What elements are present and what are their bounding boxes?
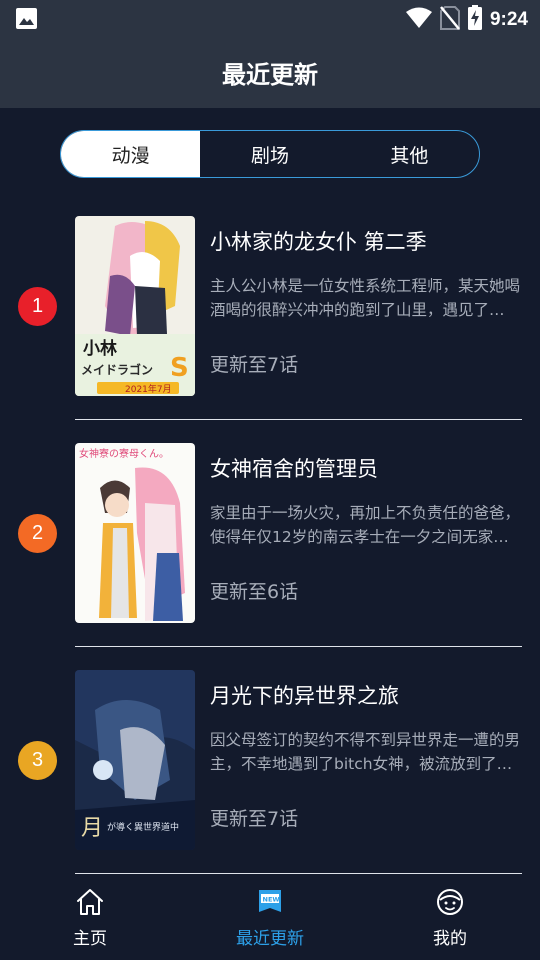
nav-recent-updates-label: 最近更新 xyxy=(236,929,304,949)
item-description: 主人公小林是一位女性系统工程师，某天她喝酒喝的很醉兴冲冲的跑到了山里，遇见了一只… xyxy=(210,277,520,319)
update-list: 1 小林 メイドラゴン S 2021年7月 小林家的龙女仆 第二季 主人公小林是… xyxy=(0,196,540,877)
list-item[interactable]: 2 女神寮の寮母くん。 女神宿舍的管理员 家里由于一场火灾，再加上不负责任的爸爸… xyxy=(0,423,540,650)
item-title: 小林家的龙女仆 第二季 xyxy=(210,230,427,254)
svg-text:月: 月 xyxy=(81,816,103,841)
gallery-notification-icon xyxy=(16,8,37,33)
nav-home[interactable]: 主页 xyxy=(0,878,180,960)
item-description: 家里由于一场火灾，再加上不负责任的爸爸，使得年仅12岁的南云孝士在一夕之间无家可… xyxy=(210,504,520,546)
cover-image[interactable]: 女神寮の寮母くん。 xyxy=(75,443,195,623)
new-badge-icon: NEW xyxy=(257,888,283,920)
rank-number: 3 xyxy=(31,749,44,771)
item-description: 因父母签订的契约不得不到异世界走一遭的男主，不幸地遇到了bitch女神，被流放到… xyxy=(210,731,520,773)
tab-anime[interactable]: 动漫 xyxy=(61,131,201,177)
rank-number: 1 xyxy=(31,295,44,317)
list-item[interactable]: 1 小林 メイドラゴン S 2021年7月 小林家的龙女仆 第二季 主人公小林是… xyxy=(0,196,540,423)
home-icon xyxy=(75,888,105,920)
divider xyxy=(75,419,522,420)
nav-home-label: 主页 xyxy=(73,929,107,949)
nav-recent-updates[interactable]: NEW 最近更新 xyxy=(180,878,360,960)
cover-date: 2021年7月 xyxy=(125,383,172,395)
item-info: 小林家的龙女仆 第二季 主人公小林是一位女性系统工程师，某天她喝酒喝的很醉兴冲冲… xyxy=(210,226,520,376)
cover-image[interactable]: 月 が導く異世界道中 xyxy=(75,670,195,850)
app-bar: 最近更新 xyxy=(0,36,540,108)
svg-text:S: S xyxy=(170,353,189,383)
rank-badge: 3 xyxy=(18,741,57,780)
item-title: 月光下的异世界之旅 xyxy=(210,684,399,708)
episode-status: 更新至6话 xyxy=(210,581,299,603)
page-title: 最近更新 xyxy=(222,60,318,89)
tab-theater[interactable]: 剧场 xyxy=(200,131,339,177)
divider xyxy=(75,646,522,647)
episode-status: 更新至7话 xyxy=(210,808,299,830)
wifi-icon xyxy=(405,7,432,33)
nav-mine[interactable]: 我的 xyxy=(360,878,540,960)
list-item[interactable]: 3 月 が導く異世界道中 月光下的异世界之旅 因父母签订的契约不得不到异世界走一… xyxy=(0,650,540,877)
svg-text:メイドラゴン: メイドラゴン xyxy=(81,362,153,377)
nav-mine-label: 我的 xyxy=(433,929,467,949)
rank-number: 2 xyxy=(31,522,44,544)
svg-text:女神寮の寮母くん。: 女神寮の寮母くん。 xyxy=(79,447,169,460)
svg-text:小林: 小林 xyxy=(83,338,117,359)
battery-charging-icon xyxy=(467,5,482,34)
svg-text:が導く異世界道中: が導く異世界道中 xyxy=(107,821,179,833)
status-bar: 9:24 xyxy=(0,0,540,36)
divider xyxy=(75,873,522,874)
face-icon xyxy=(435,888,465,920)
no-sim-icon xyxy=(439,5,460,34)
rank-badge: 1 xyxy=(18,287,57,326)
bottom-navigation: 主页 NEW 最近更新 我的 xyxy=(0,878,540,960)
category-tabs: 动漫 剧场 其他 xyxy=(60,130,480,178)
episode-status: 更新至7话 xyxy=(210,354,299,376)
clock: 9:24 xyxy=(489,8,528,30)
tab-other[interactable]: 其他 xyxy=(340,131,479,177)
svg-text:NEW: NEW xyxy=(263,896,280,904)
cover-image[interactable]: 小林 メイドラゴン S 2021年7月 xyxy=(75,216,195,396)
item-info: 月光下的异世界之旅 因父母签订的契约不得不到异世界走一遭的男主，不幸地遇到了bi… xyxy=(210,680,520,830)
item-info: 女神宿舍的管理员 家里由于一场火灾，再加上不负责任的爸爸，使得年仅12岁的南云孝… xyxy=(210,453,520,603)
item-title: 女神宿舍的管理员 xyxy=(210,457,378,481)
rank-badge: 2 xyxy=(18,514,57,553)
